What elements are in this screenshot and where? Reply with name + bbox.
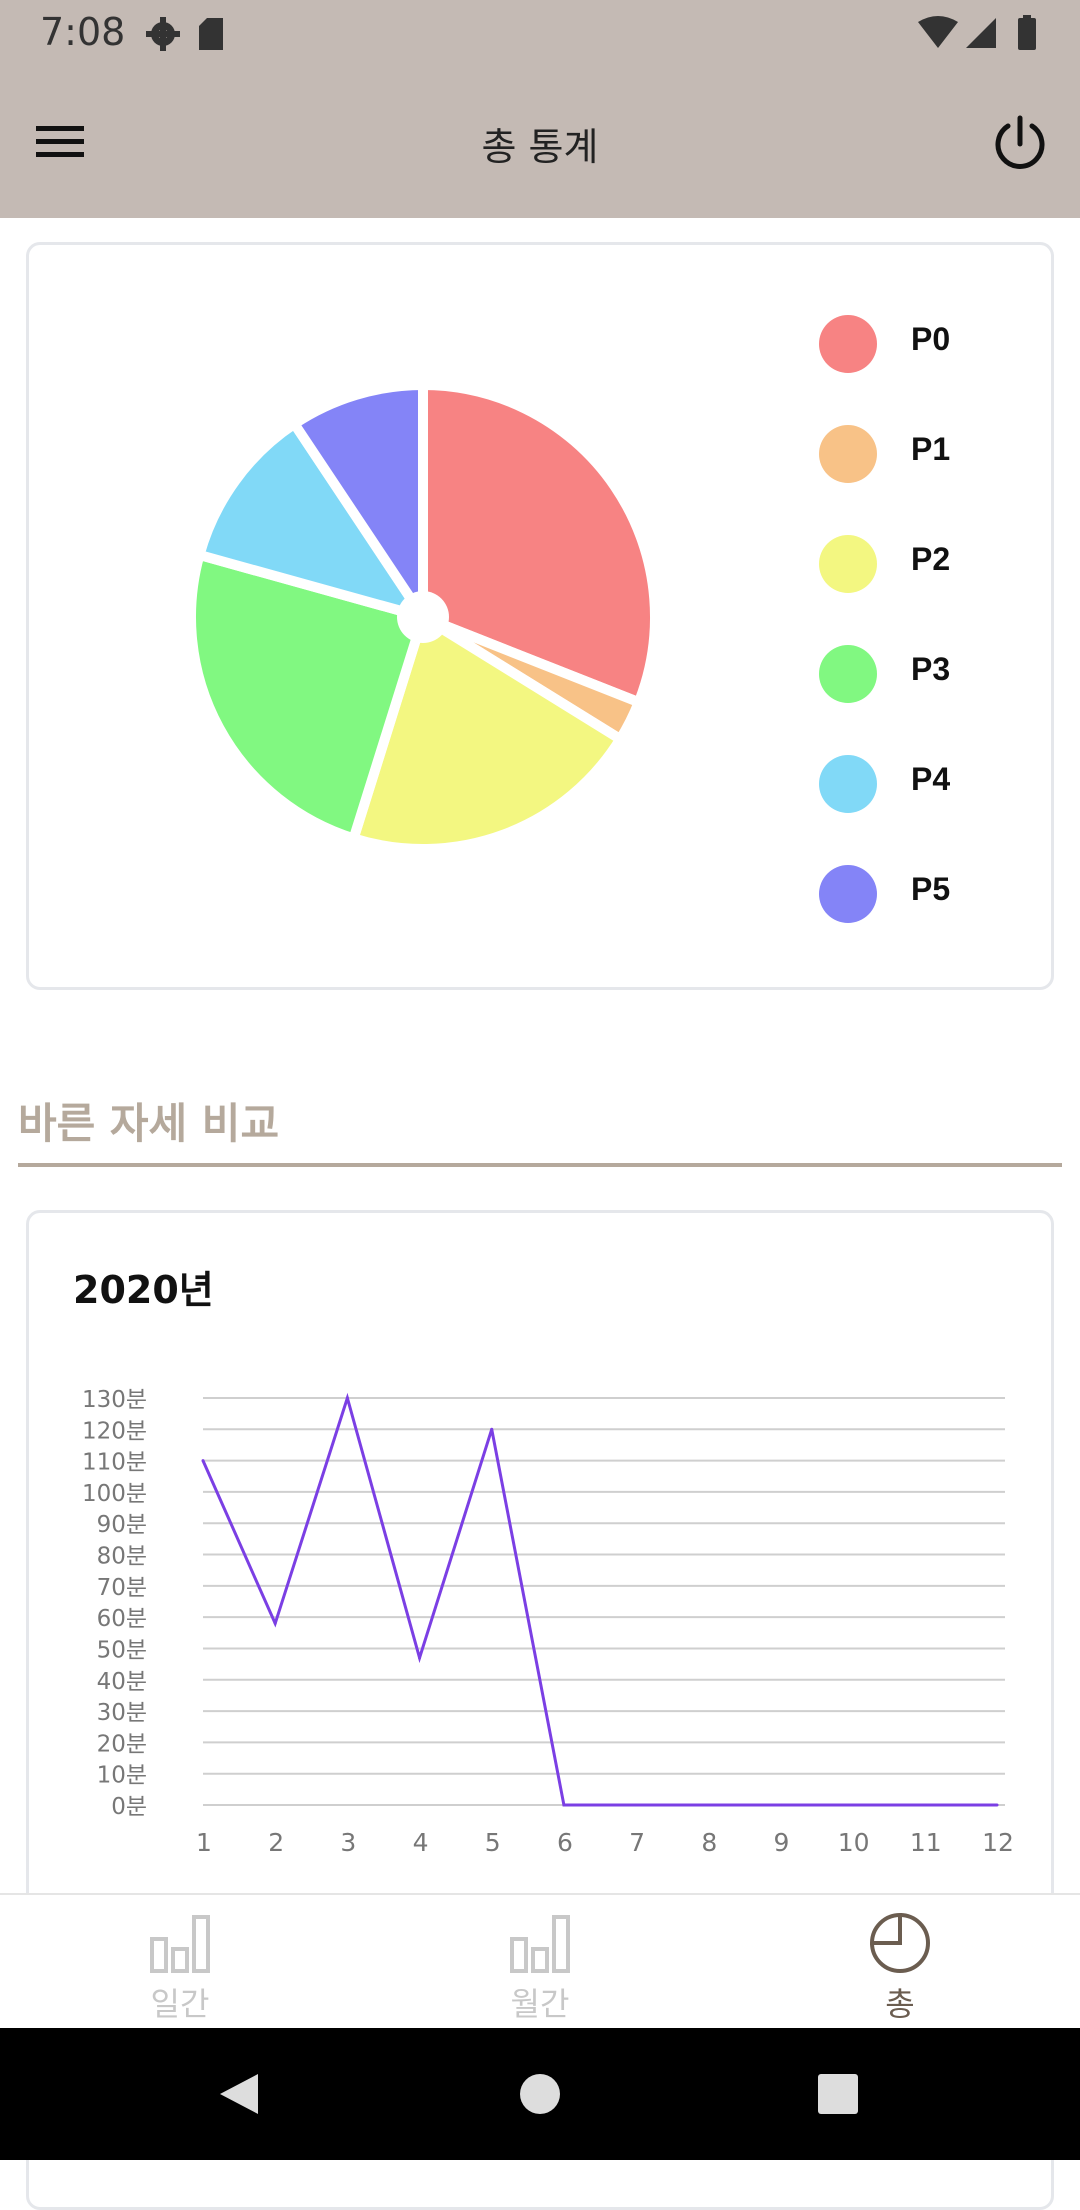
nav-label: 일간	[150, 1985, 210, 2023]
line-point	[923, 1803, 927, 1807]
x-tick-label: 2	[268, 1828, 284, 1857]
line-point	[778, 1803, 782, 1807]
line-point	[562, 1803, 566, 1807]
status-bar: 7:08	[0, 0, 1080, 68]
line-point	[273, 1621, 277, 1625]
legend-dot	[819, 865, 877, 923]
nav-item-monthly[interactable]: 월간	[360, 1895, 720, 2030]
legend-dot	[819, 645, 877, 703]
power-icon	[995, 115, 1045, 169]
line-point	[706, 1803, 710, 1807]
legend-label: P5	[911, 871, 951, 907]
x-tick-label: 3	[340, 1828, 356, 1857]
x-tick-label: 6	[557, 1828, 573, 1857]
legend-dot	[819, 425, 877, 483]
status-time: 7:08	[40, 10, 126, 54]
wifi-icon	[918, 16, 958, 48]
x-tick-label: 8	[701, 1828, 717, 1857]
y-tick-label: 50분	[97, 1637, 147, 1663]
legend-label: P0	[911, 321, 951, 357]
line-point	[490, 1427, 494, 1431]
bar-chart-icon	[510, 1915, 570, 1973]
legend-label: P3	[911, 651, 951, 687]
line-point	[995, 1803, 999, 1807]
app-bar: 총 통계	[0, 68, 1080, 218]
y-tick-label: 100분	[82, 1481, 147, 1507]
legend-item-p4: P4	[819, 755, 950, 865]
x-tick-label: 11	[910, 1828, 942, 1857]
pie-center-hole	[397, 591, 449, 643]
y-tick-label: 130분	[82, 1387, 147, 1413]
legend-item-p2: P2	[819, 535, 950, 645]
x-tick-label: 7	[629, 1828, 645, 1857]
x-tick-label: 12	[982, 1828, 1014, 1857]
pie-chart-card: P0 P1 P2 P3 P4 P5	[26, 242, 1054, 990]
x-tick-label: 5	[485, 1828, 501, 1857]
y-tick-label: 20분	[97, 1731, 147, 1757]
y-tick-label: 40분	[97, 1669, 147, 1695]
home-icon[interactable]	[520, 2074, 560, 2114]
nav-label: 총	[885, 1985, 915, 2023]
bottom-navigation: 일간 월간 총	[0, 1893, 1080, 2030]
x-tick-label: 9	[774, 1828, 790, 1857]
system-navigation-bar	[0, 2028, 1080, 2160]
y-tick-label: 30분	[97, 1700, 147, 1726]
recents-icon[interactable]	[818, 2074, 858, 2114]
legend-item-p3: P3	[819, 645, 950, 755]
settings-icon	[146, 17, 180, 51]
legend-item-p0: P0	[819, 315, 950, 425]
nav-item-total[interactable]: 총	[720, 1895, 1080, 2030]
status-icons-left	[145, 14, 235, 58]
legend-item-p1: P1	[819, 425, 950, 535]
y-tick-label: 80분	[97, 1544, 147, 1570]
y-tick-label: 10분	[97, 1763, 147, 1789]
x-tick-label: 4	[413, 1828, 429, 1857]
line-point	[201, 1459, 205, 1463]
line-series	[201, 1392, 997, 1807]
legend-label: P1	[911, 431, 951, 467]
legend-dot	[819, 755, 877, 813]
legend-label: P4	[911, 761, 951, 797]
section-title: 바른 자세 비교	[18, 1099, 280, 1148]
legend-item-p5: P5	[819, 865, 950, 975]
page-title: 총 통계	[481, 125, 599, 169]
y-tick-label: 120분	[82, 1418, 147, 1444]
y-tick-label: 70분	[97, 1575, 147, 1601]
y-tick-label: 90분	[97, 1512, 147, 1538]
legend-label: P2	[911, 541, 951, 577]
y-tick-label: 110분	[82, 1450, 147, 1476]
x-tick-label: 10	[838, 1828, 870, 1857]
line-point	[634, 1803, 638, 1807]
legend-dot	[819, 535, 877, 593]
section-divider	[18, 1163, 1062, 1167]
nav-label: 월간	[510, 1985, 570, 2023]
power-button[interactable]	[988, 112, 1052, 176]
back-icon[interactable]	[220, 2074, 258, 2114]
line-point	[418, 1656, 422, 1660]
line-point	[851, 1803, 855, 1807]
battery-icon	[1018, 18, 1036, 50]
sd-card-icon	[199, 18, 223, 50]
x-tick-label: 1	[196, 1828, 212, 1857]
pie-chart-icon	[869, 1912, 930, 1973]
legend-dot	[819, 315, 877, 373]
signal-icon	[966, 18, 996, 48]
status-icons-right	[916, 14, 1046, 58]
line-point	[345, 1396, 349, 1400]
nav-item-daily[interactable]: 일간	[0, 1895, 360, 2030]
pie-legend: P0 P1 P2 P3 P4 P5	[819, 315, 950, 975]
bar-chart-icon	[150, 1915, 210, 1973]
y-tick-label: 0분	[111, 1794, 147, 1820]
y-tick-label: 60분	[97, 1606, 147, 1632]
